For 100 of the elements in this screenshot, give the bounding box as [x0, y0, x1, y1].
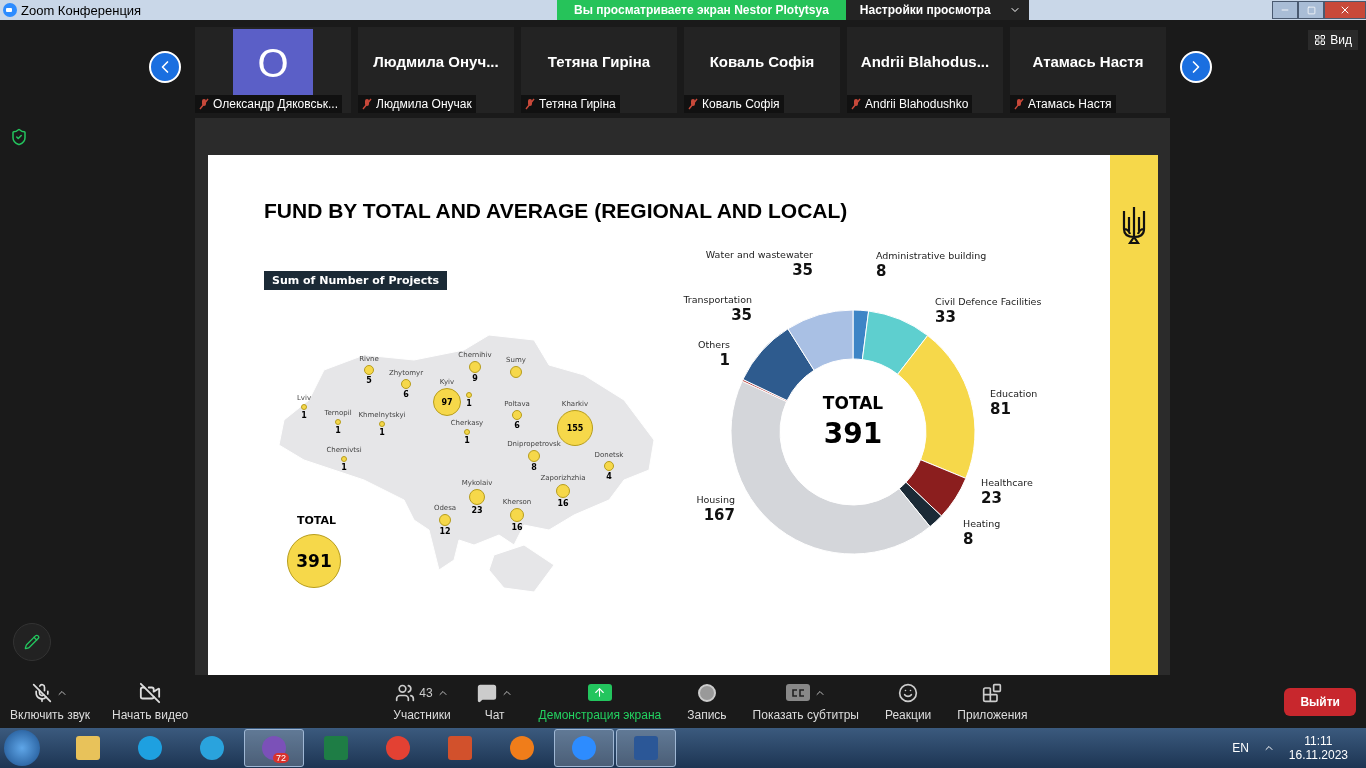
annotate-button[interactable] [13, 623, 51, 661]
slice-value: 1 [719, 351, 730, 369]
participant-label: Тетяна Гиріна [539, 97, 616, 111]
slice-value: 35 [731, 306, 752, 324]
people-icon [395, 682, 416, 703]
pencil-icon [24, 634, 40, 650]
minimize-button[interactable] [1272, 1, 1298, 19]
region-value: 1 [466, 399, 472, 408]
participant-name: Коваль Софія [709, 52, 815, 70]
slice-label: Healthcare [981, 477, 1033, 488]
slice-value: 35 [792, 261, 813, 279]
region-bubble [464, 429, 470, 435]
start-button[interactable] [4, 730, 40, 766]
region-bubble [341, 456, 347, 462]
region-value: 6 [403, 390, 409, 399]
region-value: 23 [471, 506, 483, 515]
captions-icon [785, 684, 810, 701]
toolbar-button[interactable]: Демонстрация экрана [538, 681, 662, 722]
region-bubble [466, 392, 472, 398]
region-value: 1 [301, 411, 307, 420]
total-bubble: 391 [287, 534, 341, 588]
maximize-button[interactable] [1298, 1, 1324, 19]
participant-label: Коваль Софія [702, 97, 780, 111]
region-bubble [401, 379, 411, 389]
slice-label: Others [698, 339, 730, 350]
region-bubble [379, 421, 385, 427]
shield-icon [10, 128, 28, 146]
share-banner: Вы просматриваете экран Nestor Plotytsya [557, 0, 846, 20]
maximize-icon [1306, 5, 1316, 15]
toolbar-button[interactable]: 43 Участники [393, 681, 451, 722]
participant-name: Andrii Blahodus... [860, 52, 990, 70]
record-icon [696, 682, 717, 703]
slice-label: Heating [963, 518, 1001, 529]
slice-label: Housing [696, 494, 735, 505]
region-value: 8 [531, 463, 537, 472]
apps-icon [982, 682, 1003, 703]
region-value: 9 [472, 374, 478, 383]
toolbar-button[interactable]: Реакции [884, 681, 932, 722]
previous-button[interactable] [149, 50, 181, 83]
region-bubble [301, 404, 307, 410]
region-value: 16 [557, 499, 569, 508]
slice-value: 33 [935, 308, 956, 326]
region-value: 12 [439, 527, 451, 536]
toolbar-button[interactable]: Включить звук [10, 681, 91, 722]
slice-label: Administrative building [876, 250, 987, 261]
participant-label: Andrii Blahodushko [865, 97, 969, 111]
slice-label: Civil Defence Facilities [935, 296, 1042, 307]
region-value: 6 [514, 421, 520, 430]
participant-label: Людмила Онучак [376, 97, 472, 111]
slice-value: 81 [990, 400, 1011, 418]
slice-value: 8 [876, 262, 887, 280]
grid-icon [1314, 34, 1327, 46]
region-value: 1 [335, 426, 341, 435]
participant-label: Атамась Настя [1028, 97, 1112, 111]
region-bubble [512, 410, 522, 420]
smiley-icon [898, 682, 919, 703]
leave-button[interactable]: Выйти [1284, 687, 1356, 716]
participant-count: 43 [419, 685, 433, 700]
toolbar-button[interactable]: Запись [687, 681, 727, 722]
region-bubble [604, 461, 614, 471]
slice-value: 167 [703, 506, 735, 524]
slice-label: Water and wastewater [705, 249, 813, 260]
clock[interactable]: 11:11 16.11.2023 [1288, 734, 1348, 762]
zoom-logo-icon [3, 3, 17, 17]
view-button[interactable]: Вид [1308, 30, 1358, 50]
next-button[interactable] [1180, 50, 1212, 83]
region-value: 1 [379, 428, 385, 437]
trident-icon [1121, 205, 1147, 247]
participant-name: Тетяна Гиріна [547, 52, 651, 70]
notification-badge: 72 [273, 753, 289, 763]
slice-value: 23 [981, 489, 1002, 507]
toolbar-button[interactable]: Чат [476, 681, 513, 722]
slice-value: 8 [963, 530, 974, 548]
donut-total-value: 391 [823, 417, 883, 450]
chat-bubble-icon [476, 682, 497, 703]
region-value: 5 [366, 376, 372, 385]
map-label: Sum of Number of Projects [264, 271, 448, 290]
taskbar-app[interactable]: 72 [244, 729, 304, 767]
participant-name: Людмила Онуч... [373, 52, 499, 70]
toolbar-button[interactable]: Показать субтитры [752, 681, 859, 722]
participant-label: Олександр Дяковськ... [213, 97, 338, 111]
total-label: TOTAL [297, 514, 337, 527]
toolbar-button[interactable]: Приложения [957, 681, 1028, 722]
slide-title: FUND BY TOTAL AND AVERAGE (REGIONAL AND LOCAL) [264, 199, 849, 223]
close-button[interactable] [1324, 1, 1366, 19]
taskbar-app[interactable] [554, 729, 614, 767]
region-value: 16 [511, 523, 523, 532]
video-off-icon [139, 681, 162, 704]
slice-label: Education [990, 388, 1038, 399]
region-bubble [364, 365, 374, 375]
taskbar-app[interactable] [616, 729, 676, 767]
close-icon [1339, 4, 1351, 16]
avatar: O [233, 29, 313, 97]
language-indicator[interactable]: EN [1232, 741, 1249, 755]
region-bubble [335, 419, 341, 425]
region-value: 1 [464, 436, 470, 445]
toolbar-button[interactable]: Начать видео [112, 681, 189, 722]
view-options-button[interactable]: Настройки просмотра [845, 0, 1029, 20]
region-value: 4 [606, 472, 612, 481]
muted-mic-icon [32, 682, 52, 703]
